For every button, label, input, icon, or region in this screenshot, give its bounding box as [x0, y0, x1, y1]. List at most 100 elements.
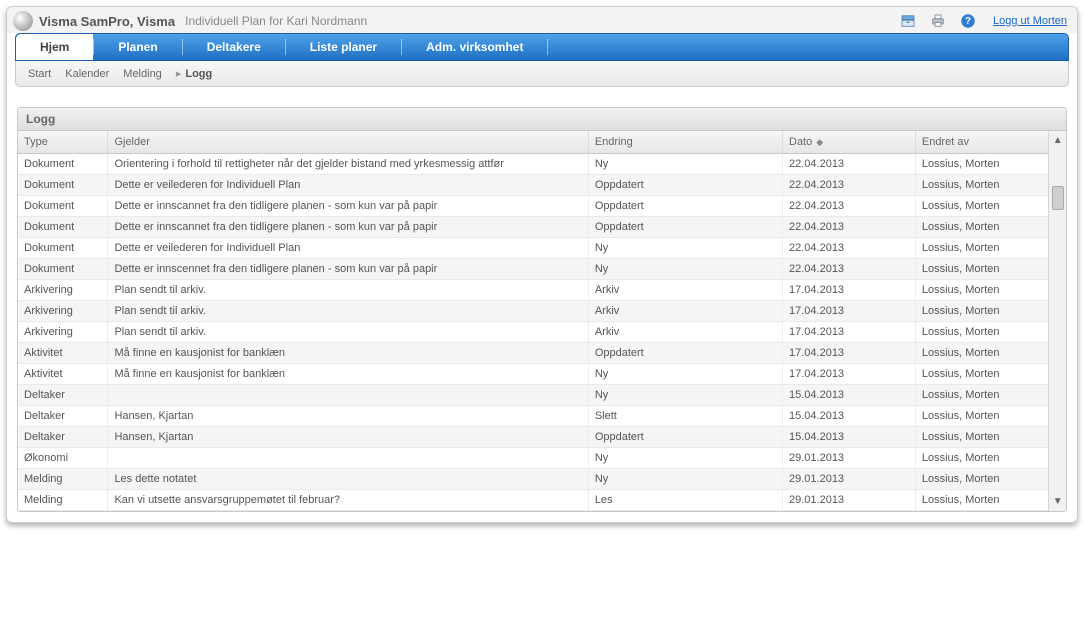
- vertical-scrollbar[interactable]: ▲ ▼: [1048, 131, 1066, 511]
- cell-endring: Arkiv: [588, 301, 782, 322]
- cell-type: Deltaker: [18, 427, 108, 448]
- tab-hjem[interactable]: Hjem: [16, 34, 93, 60]
- table-row[interactable]: ArkiveringPlan sendt til arkiv.Arkiv17.0…: [18, 322, 1048, 343]
- cell-endret_av: Lossius, Morten: [915, 154, 1048, 175]
- cell-endret_av: Lossius, Morten: [915, 301, 1048, 322]
- sort-indicator-icon: ◆: [816, 137, 823, 147]
- app-window: Visma SamPro, Visma Individuell Plan for…: [6, 6, 1078, 523]
- cell-endret_av: Lossius, Morten: [915, 259, 1048, 280]
- table-row[interactable]: MeldingKan vi utsette ansvarsgruppemøtet…: [18, 490, 1048, 511]
- cell-dato: 17.04.2013: [783, 322, 916, 343]
- cell-type: Økonomi: [18, 448, 108, 469]
- cell-dato: 17.04.2013: [783, 343, 916, 364]
- cell-dato: 15.04.2013: [783, 406, 916, 427]
- main-nav: Hjem Planen Deltakere Liste planer Adm. …: [15, 33, 1069, 61]
- table-row[interactable]: DokumentDette er veilederen for Individu…: [18, 238, 1048, 259]
- cell-type: Melding: [18, 490, 108, 511]
- table-row[interactable]: ArkiveringPlan sendt til arkiv.Arkiv17.0…: [18, 280, 1048, 301]
- log-panel: Logg Type Gjelder Endring Dato◆ Endret a…: [17, 107, 1067, 512]
- table-row[interactable]: DeltakerHansen, KjartanSlett15.04.2013Lo…: [18, 406, 1048, 427]
- cell-gjelder: Dette er veilederen for Individuell Plan: [108, 175, 588, 196]
- cell-endring: Ny: [588, 154, 782, 175]
- cell-endring: Les: [588, 490, 782, 511]
- cell-type: Dokument: [18, 196, 108, 217]
- cell-type: Deltaker: [18, 385, 108, 406]
- table-row[interactable]: DokumentOrientering i forhold til rettig…: [18, 154, 1048, 175]
- log-table: Type Gjelder Endring Dato◆ Endret av Dok…: [18, 131, 1048, 511]
- help-icon[interactable]: ?: [959, 12, 977, 30]
- cell-dato: 15.04.2013: [783, 427, 916, 448]
- scroll-down-icon[interactable]: ▼: [1053, 496, 1063, 507]
- cell-endring: Oppdatert: [588, 427, 782, 448]
- print-icon[interactable]: [929, 12, 947, 30]
- cell-endret_av: Lossius, Morten: [915, 490, 1048, 511]
- topbar: Visma SamPro, Visma Individuell Plan for…: [7, 7, 1077, 33]
- scroll-up-icon[interactable]: ▲: [1053, 135, 1063, 146]
- col-header-endring[interactable]: Endring: [588, 131, 782, 154]
- scroll-thumb[interactable]: [1052, 186, 1064, 210]
- cell-endring: Ny: [588, 364, 782, 385]
- cell-gjelder: Kan vi utsette ansvarsgruppemøtet til fe…: [108, 490, 588, 511]
- col-header-type[interactable]: Type: [18, 131, 108, 154]
- cell-type: Arkivering: [18, 322, 108, 343]
- cell-endring: Ny: [588, 238, 782, 259]
- cell-endring: Oppdatert: [588, 343, 782, 364]
- crumb-kalender[interactable]: Kalender: [65, 68, 109, 80]
- tab-label: Adm. virksomhet: [426, 40, 523, 54]
- cell-type: Arkivering: [18, 280, 108, 301]
- archive-icon[interactable]: [899, 12, 917, 30]
- table-row[interactable]: ØkonomiNy29.01.2013Lossius, Morten: [18, 448, 1048, 469]
- cell-type: Dokument: [18, 154, 108, 175]
- table-row[interactable]: DokumentDette er innscannet fra den tidl…: [18, 196, 1048, 217]
- cell-endret_av: Lossius, Morten: [915, 469, 1048, 490]
- cell-endring: Ny: [588, 448, 782, 469]
- tab-planen[interactable]: Planen: [94, 34, 181, 60]
- cell-endret_av: Lossius, Morten: [915, 280, 1048, 301]
- cell-dato: 29.01.2013: [783, 469, 916, 490]
- table-row[interactable]: DokumentDette er innscannet fra den tidl…: [18, 217, 1048, 238]
- cell-dato: 22.04.2013: [783, 217, 916, 238]
- cell-type: Dokument: [18, 259, 108, 280]
- table-row[interactable]: DokumentDette er innscennet fra den tidl…: [18, 259, 1048, 280]
- cell-endring: Oppdatert: [588, 196, 782, 217]
- tab-adm-virksomhet[interactable]: Adm. virksomhet: [402, 34, 547, 60]
- cell-dato: 22.04.2013: [783, 259, 916, 280]
- logout-link[interactable]: Logg ut Morten: [993, 15, 1067, 27]
- table-row[interactable]: DeltakerNy15.04.2013Lossius, Morten: [18, 385, 1048, 406]
- table-row[interactable]: MeldingLes dette notatetNy29.01.2013Loss…: [18, 469, 1048, 490]
- cell-gjelder: [108, 448, 588, 469]
- cell-type: Aktivitet: [18, 364, 108, 385]
- table-row[interactable]: AktivitetMå finne en kausjonist for bank…: [18, 343, 1048, 364]
- cell-dato: 17.04.2013: [783, 301, 916, 322]
- tab-liste-planer[interactable]: Liste planer: [286, 34, 401, 60]
- table-row[interactable]: ArkiveringPlan sendt til arkiv.Arkiv17.0…: [18, 301, 1048, 322]
- table-row[interactable]: DokumentDette er veilederen for Individu…: [18, 175, 1048, 196]
- crumb-start[interactable]: Start: [28, 68, 51, 80]
- tab-deltakere[interactable]: Deltakere: [183, 34, 285, 60]
- cell-gjelder: Må finne en kausjonist for banklæn: [108, 343, 588, 364]
- col-header-endret-av[interactable]: Endret av: [915, 131, 1048, 154]
- col-header-gjelder[interactable]: Gjelder: [108, 131, 588, 154]
- cell-dato: 15.04.2013: [783, 385, 916, 406]
- cell-endret_av: Lossius, Morten: [915, 364, 1048, 385]
- cell-endring: Ny: [588, 385, 782, 406]
- cell-type: Aktivitet: [18, 343, 108, 364]
- tab-label: Planen: [118, 40, 157, 54]
- cell-gjelder: Les dette notatet: [108, 469, 588, 490]
- cell-gjelder: Plan sendt til arkiv.: [108, 280, 588, 301]
- cell-type: Dokument: [18, 175, 108, 196]
- col-header-dato[interactable]: Dato◆: [783, 131, 916, 154]
- cell-type: Dokument: [18, 217, 108, 238]
- cell-dato: 17.04.2013: [783, 364, 916, 385]
- cell-endret_av: Lossius, Morten: [915, 322, 1048, 343]
- tab-label: Hjem: [40, 40, 69, 54]
- scroll-track[interactable]: [1049, 146, 1066, 496]
- cell-gjelder: Dette er innscannet fra den tidligere pl…: [108, 196, 588, 217]
- nav-divider: [547, 39, 548, 55]
- cell-type: Arkivering: [18, 301, 108, 322]
- table-row[interactable]: AktivitetMå finne en kausjonist for bank…: [18, 364, 1048, 385]
- crumb-melding[interactable]: Melding: [123, 68, 162, 80]
- cell-endret_av: Lossius, Morten: [915, 196, 1048, 217]
- table-row[interactable]: DeltakerHansen, KjartanOppdatert15.04.20…: [18, 427, 1048, 448]
- cell-dato: 29.01.2013: [783, 448, 916, 469]
